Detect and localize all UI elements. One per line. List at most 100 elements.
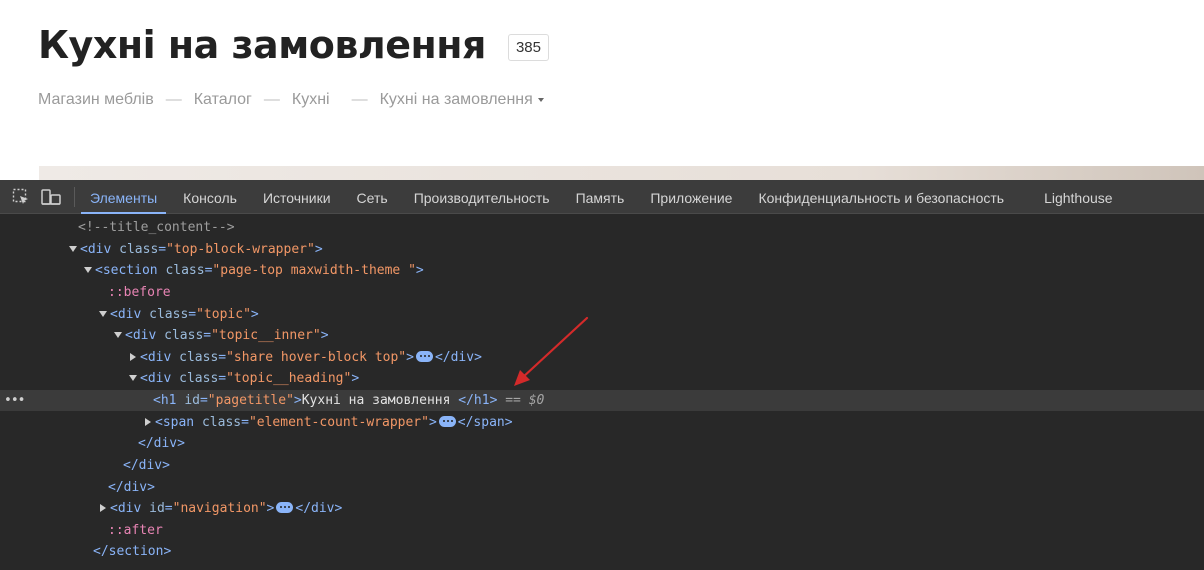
dom-closing-tag: </div>: [138, 436, 185, 451]
dom-node[interactable]: <span class="element-count-wrapper"> </sp…: [0, 412, 1204, 433]
title-row: Кухні на замовлення 385: [38, 20, 549, 70]
dom-node[interactable]: </section>: [0, 541, 1204, 562]
tab-performance[interactable]: Производительность: [401, 180, 563, 214]
dom-attr-name: class: [179, 371, 219, 386]
web-page: Кухні на замовлення 385 Магазин меблів —…: [0, 0, 1204, 180]
tab-network[interactable]: Сеть: [344, 180, 401, 214]
tab-application[interactable]: Приложение: [637, 180, 745, 214]
collapse-triangle-icon[interactable]: [100, 503, 106, 512]
toolbar-divider: [74, 186, 75, 207]
dom-attr-name: class: [201, 415, 242, 430]
dom-node[interactable]: ::after: [0, 520, 1204, 541]
dom-selected-marker: $0: [528, 393, 545, 408]
page-title: Кухні на замовлення: [38, 23, 486, 67]
dom-tag: </h1>: [458, 393, 498, 408]
ellipsis-icon[interactable]: [415, 351, 433, 362]
dom-node[interactable]: <div class="share hover-block top"> </div…: [0, 347, 1204, 368]
dom-attr-value: "pagetitle": [207, 393, 294, 408]
dom-node[interactable]: <!--title_content-->: [0, 217, 1204, 238]
ellipsis-icon[interactable]: [438, 416, 456, 427]
tab-sources[interactable]: Источники: [250, 180, 344, 214]
dom-comment: <!--title_content-->: [78, 220, 235, 235]
dom-tag: <section: [95, 263, 158, 278]
dom-attr-value: "top-block-wrapper": [166, 242, 315, 257]
dom-tag: >: [351, 371, 360, 386]
dom-tag: <div: [110, 501, 142, 516]
dom-node[interactable]: <section class="page-top maxwidth-theme …: [0, 260, 1204, 281]
dom-attr-value: "page-top maxwidth-theme ": [212, 263, 416, 278]
dom-tag: <div: [80, 242, 112, 257]
dom-node[interactable]: <div class="topic__heading">: [0, 368, 1204, 389]
collapse-triangle-icon[interactable]: [130, 352, 136, 361]
caret-down-icon: [537, 97, 544, 102]
dom-tag: <div: [110, 307, 142, 322]
element-count-badge: 385: [507, 33, 549, 61]
dom-node[interactable]: </div>: [0, 433, 1204, 454]
breadcrumb-item-catalog[interactable]: Каталог: [194, 91, 252, 109]
devtools-panel: Элементы Консоль Источники Сеть Производ…: [0, 180, 1204, 570]
breadcrumb-item-shop[interactable]: Магазин меблів: [38, 91, 154, 109]
dom-attr-name: class: [149, 307, 189, 322]
dom-attr-name: class: [164, 328, 204, 343]
breadcrumb-item-kitchens[interactable]: Кухні: [292, 91, 330, 109]
dom-node[interactable]: </div>: [0, 455, 1204, 476]
breadcrumb: Магазин меблів — Каталог — Кухні — Кухні…: [38, 91, 544, 109]
dom-attr-name: id: [184, 393, 200, 408]
dom-closing-tag: </div>: [108, 480, 155, 495]
dom-tree: <!--title_content--> <div class="top-blo…: [0, 216, 1204, 570]
dom-node[interactable]: ::before: [0, 282, 1204, 303]
dom-tag: >: [428, 415, 437, 430]
breadcrumb-item-current[interactable]: Кухні на замовлення: [380, 91, 544, 109]
breadcrumb-separator: —: [165, 91, 182, 108]
dom-tag: <span: [155, 415, 195, 430]
expand-triangle-icon[interactable]: [84, 266, 92, 273]
dom-tag: <div: [140, 371, 172, 386]
dom-attr-name: class: [179, 350, 219, 365]
expand-triangle-icon[interactable]: [114, 331, 122, 338]
dom-node[interactable]: <div id="navigation"> </div>: [0, 498, 1204, 519]
ellipsis-icon[interactable]: [276, 502, 294, 513]
dom-tag: >: [320, 328, 329, 343]
dom-tag: >: [314, 242, 323, 257]
dom-tag: <div: [125, 328, 157, 343]
dom-pseudo-element: ::before: [108, 285, 171, 300]
dom-tag: >: [293, 393, 302, 408]
dom-attr-name: class: [119, 242, 159, 257]
dom-tag: >: [415, 263, 424, 278]
dom-node[interactable]: <div class="topic__inner">: [0, 325, 1204, 346]
dom-eq: ==: [497, 393, 529, 408]
dom-attr-value: "topic__heading": [226, 371, 352, 386]
dom-tag: </div>: [434, 350, 482, 365]
dom-attr-name: class: [165, 263, 205, 278]
dom-node[interactable]: <div class="topic">: [0, 304, 1204, 325]
tab-privacy-security[interactable]: Конфиденциальность и безопасность: [745, 180, 1017, 214]
breadcrumb-current-label: Кухні на замовлення: [379, 91, 533, 108]
dom-tag: </span>: [457, 415, 513, 430]
dom-tag: <h1: [153, 393, 177, 408]
expand-triangle-icon[interactable]: [129, 374, 137, 381]
dom-tag: <div: [140, 350, 172, 365]
tab-lighthouse[interactable]: Lighthouse: [1031, 180, 1126, 214]
devtools-toolbar: Элементы Консоль Источники Сеть Производ…: [0, 180, 1204, 214]
element-picker-icon[interactable]: [8, 184, 34, 210]
tab-memory[interactable]: Память: [563, 180, 638, 214]
dom-tag: >: [406, 350, 414, 365]
tab-elements[interactable]: Элементы: [77, 180, 170, 214]
breadcrumb-separator: —: [351, 91, 368, 108]
dom-node[interactable]: <div class="top-block-wrapper">: [0, 239, 1204, 260]
dom-node[interactable]: </div>: [0, 477, 1204, 498]
tab-console[interactable]: Консоль: [170, 180, 250, 214]
dom-closing-tag: </section>: [93, 544, 172, 559]
dom-attr-name: id: [149, 501, 165, 516]
dom-closing-tag: </div>: [123, 458, 170, 473]
dom-node-selected[interactable]: ••• <h1 id="pagetitle">Кухні на замовлен…: [0, 390, 1204, 411]
banner-image: [39, 166, 1204, 180]
dom-attr-value: "share hover-block top": [226, 350, 407, 365]
collapse-triangle-icon[interactable]: [145, 417, 151, 426]
more-actions-icon[interactable]: •••: [4, 390, 26, 411]
device-toolbar-icon[interactable]: [38, 184, 64, 210]
dom-attr-value: "navigation": [172, 501, 267, 516]
dom-attr-value: "element-count-wrapper": [248, 415, 429, 430]
expand-triangle-icon[interactable]: [99, 310, 107, 317]
expand-triangle-icon[interactable]: [69, 245, 77, 252]
